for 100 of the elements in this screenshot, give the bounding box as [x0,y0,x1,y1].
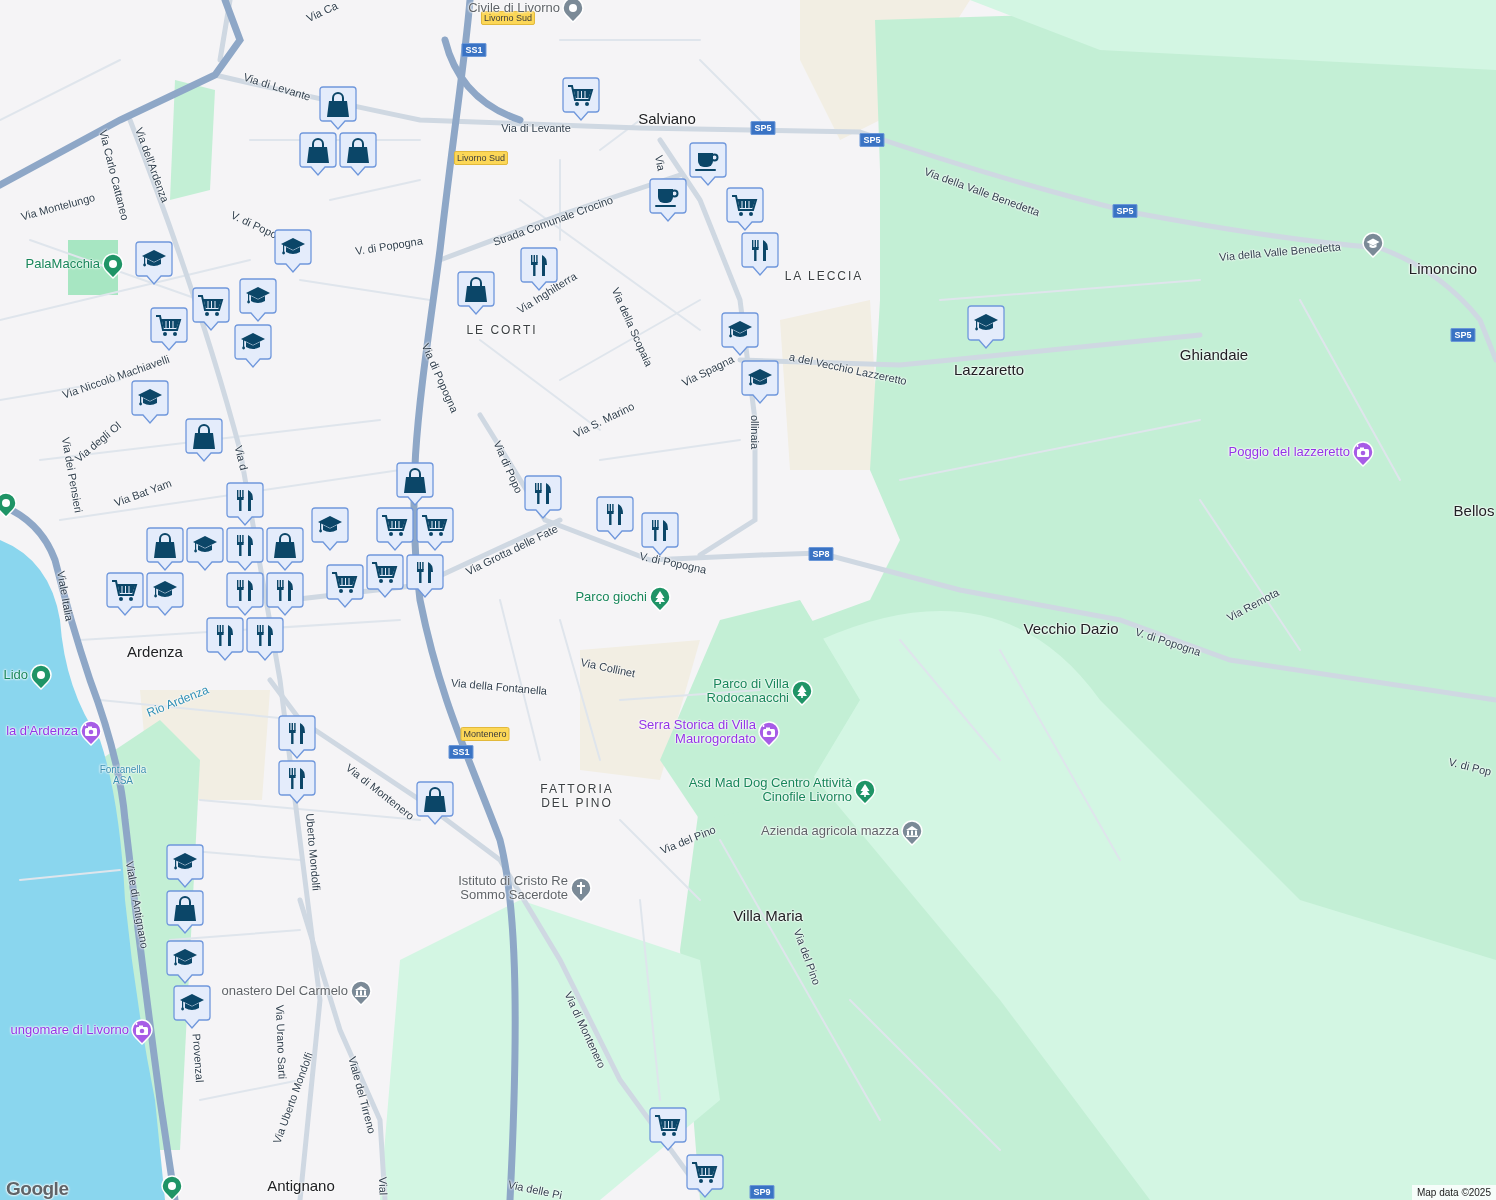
shopping-bag-marker[interactable] [166,890,204,934]
graduation-cap-marker[interactable] [721,312,759,356]
camera-pin-icon[interactable] [80,720,102,746]
road-number-shield: SP5 [1450,328,1476,342]
fork-knife-marker[interactable] [406,554,444,598]
fork-knife-marker[interactable] [596,496,634,540]
google-logo: Google [6,1179,69,1198]
fork-knife-marker[interactable] [206,617,244,661]
street-label: Via di Levante [501,121,571,135]
road-number-shield: SS1 [461,43,487,57]
place-of-interest-label: Poggio del lazzeretto [1228,444,1350,460]
street-label: Via Collinet [579,656,637,680]
street-label: Via delle Pi [506,1178,564,1200]
graduation-cap-marker[interactable] [311,507,349,551]
graduation-cap-marker[interactable] [166,844,204,888]
street-label: Via di Popo [490,438,526,496]
graduation-cap-marker[interactable] [135,241,173,285]
fork-knife-marker[interactable] [741,232,779,276]
shopping-cart-marker[interactable] [376,507,414,551]
shopping-cart-marker[interactable] [192,287,230,331]
dot-pin-icon[interactable] [0,492,17,518]
shopping-cart-marker[interactable] [150,307,188,351]
shopping-cart-marker[interactable] [416,507,454,551]
camera-pin-icon[interactable] [1352,441,1374,467]
dot-pin-icon[interactable] [562,0,584,23]
graduation-cap-marker[interactable] [146,572,184,616]
place-of-interest-label: Azienda agricola mazza [760,823,899,839]
road-number-shield: SP8 [808,547,834,561]
fork-knife-marker[interactable] [278,760,316,804]
shopping-cart-marker[interactable] [366,554,404,598]
graduation-cap-marker[interactable] [274,229,312,273]
street-label: Via d [231,444,251,472]
district-label: LE CORTI [466,324,538,338]
shopping-bag-marker[interactable] [396,462,434,506]
street-label: V. di Popogna [354,234,424,258]
shopping-cart-marker[interactable] [326,564,364,608]
street-label: Via del Pino [791,927,823,987]
road-number-shield: SP5 [859,133,885,147]
dot-pin-icon[interactable] [30,664,52,690]
fork-knife-marker[interactable] [226,527,264,571]
shopping-bag-marker[interactable] [185,418,223,462]
coffee-cup-marker[interactable] [649,178,687,222]
place-of-interest-label: Parco di Villa Rodocanacchi [705,676,789,706]
street-label: Via della Valle Benedetta [1218,240,1342,264]
place-label: Lazzaretto [954,361,1024,379]
tree-pin-icon[interactable] [791,680,813,706]
shopping-bag-marker[interactable] [339,132,377,176]
tree-pin-icon[interactable] [649,586,671,612]
tree-pin-icon[interactable] [854,779,876,805]
graduation-cap-marker[interactable] [131,380,169,424]
building-pin-icon[interactable] [901,820,923,846]
shopping-bag-marker[interactable] [146,527,184,571]
map-data-attribution: Map data ©2025 [1411,1185,1496,1200]
shopping-bag-marker[interactable] [299,132,337,176]
place-label: Limoncino [1408,260,1478,278]
graduation-cap-marker[interactable] [239,278,277,322]
camera-pin-icon[interactable] [131,1019,153,1045]
shopping-bag-marker[interactable] [457,271,495,315]
street-label: V. di Pop [1447,755,1493,779]
place-label: Antignano [267,1177,335,1195]
place-label: Vecchio Dazio [1023,620,1119,638]
coffee-cup-marker[interactable] [689,142,727,186]
street-label: Uberto Mondolfi [303,812,323,892]
cross-pin-icon[interactable] [570,877,592,903]
shopping-cart-marker[interactable] [686,1154,724,1198]
shopping-bag-marker[interactable] [416,781,454,825]
shopping-cart-marker[interactable] [649,1107,687,1151]
road-number-shield: SP5 [750,121,776,135]
dot-pin-icon[interactable] [161,1175,183,1200]
fork-knife-marker[interactable] [226,572,264,616]
street-label: Viale del Tirreno [345,1055,379,1135]
fork-knife-marker[interactable] [266,572,304,616]
district-label: FATTORIA DEL PINO [539,783,615,811]
fork-knife-marker[interactable] [226,482,264,526]
graduation-cap-marker[interactable] [186,527,224,571]
shopping-cart-marker[interactable] [562,77,600,121]
dot-pin-icon[interactable] [102,253,124,279]
shopping-cart-marker[interactable] [726,187,764,231]
street-label: Via Urano Sarti [273,1004,289,1080]
fork-knife-marker[interactable] [246,617,284,661]
street-label: Via Carlo Cattaneo [96,128,132,222]
camera-pin-icon[interactable] [758,721,780,747]
street-label: Via del Pino [658,823,718,857]
graduation-cap-marker[interactable] [173,985,211,1029]
shopping-bag-marker[interactable] [319,86,357,130]
graduation-cap-marker[interactable] [234,324,272,368]
road-number-shield: SS1 [448,745,474,759]
shopping-cart-marker[interactable] [106,572,144,616]
place-label: Villa Maria [733,907,803,925]
graduation-cap-marker[interactable] [166,940,204,984]
street-label: Via Bat Yam [112,476,174,510]
graduation-cap-marker[interactable] [741,360,779,404]
fork-knife-marker[interactable] [278,715,316,759]
shopping-bag-marker[interactable] [266,527,304,571]
fork-knife-marker[interactable] [524,475,562,519]
graduation-cap-pin-icon[interactable] [1362,232,1384,258]
district-label: LA LECCIA [784,270,864,284]
street-label: ollinaia [748,414,762,450]
building-pin-icon[interactable] [350,980,372,1006]
street-label: Via Ca [304,0,340,25]
